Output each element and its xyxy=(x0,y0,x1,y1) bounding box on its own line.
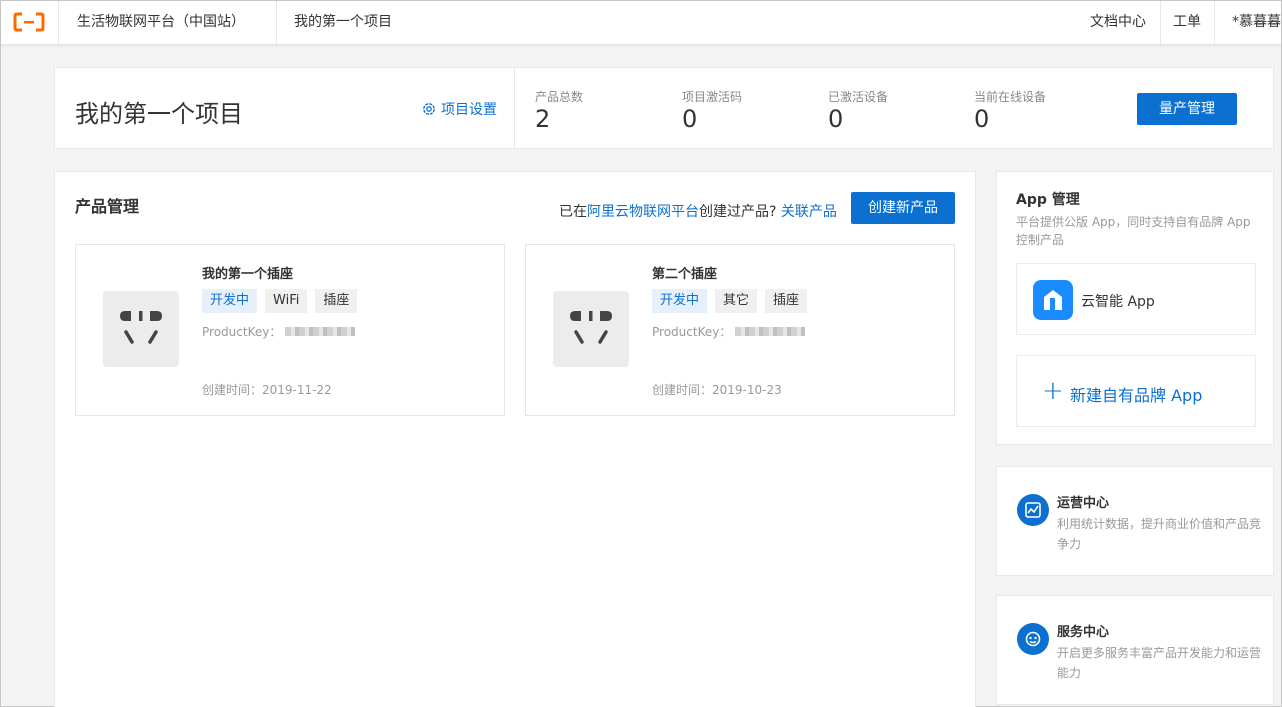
operations-center-card[interactable]: 运营中心 利用统计数据，提升商业价值和产品竞争力 xyxy=(996,466,1274,576)
product-key: ProductKey： xyxy=(202,323,356,340)
stat-label: 项目激活码 xyxy=(682,90,743,104)
top-navigation-bar: 生活物联网平台（中国站） 我的第一个项目 文档中心 工单 *慕暮暮 xyxy=(1,1,1281,45)
gear-icon xyxy=(423,103,435,115)
product-key-redacted xyxy=(735,327,806,336)
panel-title: 产品管理 xyxy=(75,197,140,216)
product-key-redacted xyxy=(285,327,356,336)
stat-activation-code: 项目激活码 0 xyxy=(682,88,742,133)
product-tags: 开发中 其它 插座 xyxy=(652,289,815,313)
stat-value: 0 xyxy=(682,105,698,133)
operations-center-title: 运营中心 xyxy=(1057,496,1110,511)
product-name[interactable]: 第二个插座 xyxy=(652,263,717,282)
ticket-link[interactable]: 工单 xyxy=(1161,1,1215,45)
operations-center-description: 利用统计数据，提升商业价值和产品竞争力 xyxy=(1057,517,1262,551)
service-center-card[interactable]: 服务中心 开启更多服务丰富产品开发能力和运营能力 xyxy=(996,595,1274,705)
cloud-smart-app-icon xyxy=(1033,280,1073,320)
project-title: 我的第一个项目 xyxy=(75,100,243,128)
product-card[interactable]: 第二个插座 开发中 其它 插座 ProductKey： 创建时间：2019-10… xyxy=(525,244,955,416)
product-name[interactable]: 我的第一个插座 xyxy=(202,263,293,282)
service-center-title: 服务中心 xyxy=(1057,625,1110,640)
create-product-button[interactable]: 创建新产品 xyxy=(851,192,955,224)
stat-value: 0 xyxy=(974,105,990,133)
product-key-label: ProductKey： xyxy=(652,325,732,339)
associate-product-link[interactable]: 关联产品 xyxy=(781,204,837,220)
status-badge: 开发中 xyxy=(652,289,708,313)
new-brand-app-label: 新建自有品牌 App xyxy=(1070,386,1203,405)
status-badge: 开发中 xyxy=(202,289,258,313)
product-management-panel: 产品管理 已在阿里云物联网平台创建过产品? 关联产品 创建新产品 我的第一个插座… xyxy=(54,171,976,707)
stat-label: 已激活设备 xyxy=(828,90,889,104)
socket-image xyxy=(103,291,179,367)
service-icon xyxy=(1017,623,1049,655)
product-tags: 开发中 WiFi 插座 xyxy=(202,289,365,313)
stat-label: 产品总数 xyxy=(535,90,584,104)
chart-icon xyxy=(1017,494,1049,526)
socket-icon xyxy=(570,311,612,344)
service-center-description: 开启更多服务丰富产品开发能力和运营能力 xyxy=(1057,646,1262,680)
protocol-tag: 其它 xyxy=(715,289,758,313)
project-breadcrumb[interactable]: 我的第一个项目 xyxy=(294,1,392,45)
stat-value: 0 xyxy=(828,105,844,133)
app-panel-description: 平台提供公版 App，同时支持自有品牌 App 控制产品 xyxy=(1016,215,1251,247)
platform-switcher[interactable]: 生活物联网平台（中国站） xyxy=(59,1,277,45)
public-app-card[interactable]: 云智能 App xyxy=(1016,263,1256,335)
socket-image xyxy=(553,291,629,367)
mass-production-button[interactable]: 量产管理 xyxy=(1137,93,1237,125)
stat-value: 2 xyxy=(535,105,551,133)
project-settings-label: 项目设置 xyxy=(441,102,497,118)
stat-label: 当前在线设备 xyxy=(974,90,1047,104)
public-app-name: 云智能 App xyxy=(1081,294,1155,310)
created-time: 创建时间：2019-11-22 xyxy=(202,383,332,397)
hint-middle: 创建过产品? xyxy=(699,204,777,220)
aliyun-logo[interactable] xyxy=(1,1,59,45)
socket-icon xyxy=(120,311,162,344)
product-card[interactable]: 我的第一个插座 开发中 WiFi 插座 ProductKey： 创建时间：201… xyxy=(75,244,505,416)
stat-online-devices: 当前在线设备 0 xyxy=(974,88,1046,133)
project-summary-card: 我的第一个项目 项目设置 产品总数 2 项目激活码 0 已激活设备 0 当前在线… xyxy=(54,67,1274,149)
aliyun-iot-platform-link[interactable]: 阿里云物联网平台 xyxy=(587,204,699,220)
app-management-panel: App 管理 平台提供公版 App，同时支持自有品牌 App 控制产品 云智能 … xyxy=(996,171,1274,445)
logo-icon xyxy=(13,12,45,32)
category-tag: 插座 xyxy=(765,289,808,313)
associate-hint: 已在阿里云物联网平台创建过产品? 关联产品 xyxy=(559,201,837,221)
project-settings-link[interactable]: 项目设置 xyxy=(421,99,497,119)
product-key: ProductKey： xyxy=(652,323,806,340)
stat-product-total: 产品总数 2 xyxy=(535,88,583,133)
product-key-label: ProductKey： xyxy=(202,325,282,339)
protocol-tag: WiFi xyxy=(265,289,308,313)
category-tag: 插座 xyxy=(315,289,358,313)
plus-icon: + xyxy=(1042,376,1064,406)
user-account-menu[interactable]: *慕暮暮 xyxy=(1215,1,1281,45)
created-time: 创建时间：2019-10-23 xyxy=(652,383,782,397)
docs-center-link[interactable]: 文档中心 xyxy=(1077,1,1161,45)
hint-prefix: 已在 xyxy=(559,204,587,220)
divider xyxy=(514,68,515,148)
new-brand-app-button[interactable]: + 新建自有品牌 App xyxy=(1016,355,1256,427)
stat-activated-devices: 已激活设备 0 xyxy=(828,88,888,133)
app-panel-title: App 管理 xyxy=(1016,192,1080,208)
